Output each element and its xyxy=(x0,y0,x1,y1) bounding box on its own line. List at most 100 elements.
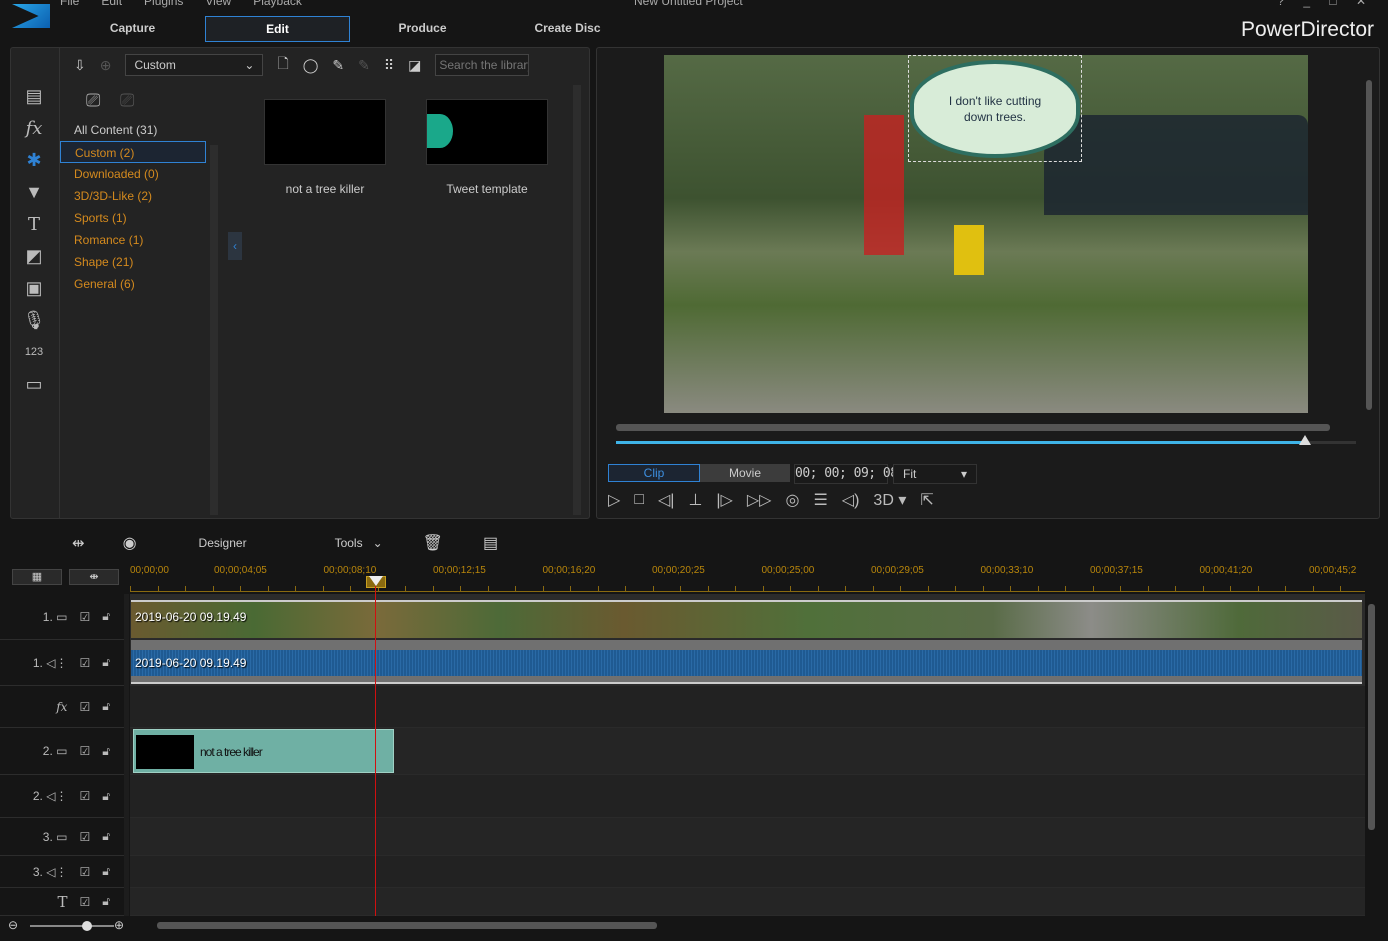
grid-view-icon[interactable]: ⠿ xyxy=(384,57,394,74)
playback-slider[interactable] xyxy=(616,435,1356,445)
track-enable-checkbox[interactable]: ☑ xyxy=(79,789,90,803)
zoom-slider[interactable] xyxy=(30,921,114,931)
timecode-display[interactable]: 00; 00; 09; 08 xyxy=(794,464,898,484)
movie-mode-button[interactable]: Movie xyxy=(700,464,790,482)
library-search[interactable] xyxy=(435,54,530,76)
zoom-dropdown[interactable]: Fit ▾ xyxy=(893,464,977,484)
library-scrollbar[interactable] xyxy=(573,85,581,515)
chapter-room-icon[interactable]: 123 xyxy=(12,336,56,368)
filter-dropdown[interactable]: Custom ⌄ xyxy=(125,54,264,76)
track-enable-checkbox[interactable]: ☑ xyxy=(79,656,90,670)
lock-icon[interactable]: 🔓︎ xyxy=(102,829,110,844)
lock-icon[interactable]: 🔓︎ xyxy=(102,699,110,714)
produce-range-icon[interactable]: ▤ xyxy=(483,533,498,553)
track-enable-checkbox[interactable]: ☑ xyxy=(79,865,90,879)
lock-icon[interactable]: 🔓︎ xyxy=(102,744,110,759)
fast-forward-icon[interactable]: ▷▷ xyxy=(747,490,772,510)
split-icon[interactable]: ⊥ xyxy=(688,490,702,510)
new-template-icon[interactable]: 🗋 xyxy=(277,53,288,77)
preview-vscroll[interactable] xyxy=(1366,80,1372,410)
subtitle-room-icon[interactable]: ▭ xyxy=(12,368,56,400)
download-icon[interactable]: ⊕ xyxy=(100,57,112,74)
library-item[interactable]: Tweet template xyxy=(426,99,548,196)
lock-icon[interactable]: 🔓︎ xyxy=(102,864,110,879)
slider-handle[interactable] xyxy=(1299,435,1311,445)
lock-icon[interactable]: 🔓︎ xyxy=(102,789,110,804)
undock-icon[interactable]: ⇱ xyxy=(920,490,933,510)
category-custom[interactable]: Custom (2) xyxy=(60,141,206,163)
next-frame-icon[interactable]: |▷ xyxy=(716,490,732,510)
previous-frame-icon[interactable]: ◁| xyxy=(658,490,674,510)
import-icon[interactable]: ⇩ xyxy=(74,57,86,74)
timeline-hscroll[interactable] xyxy=(157,922,657,929)
zoom-out-icon[interactable]: ⊖ xyxy=(8,918,18,932)
lock-icon[interactable]: 🔓︎ xyxy=(102,655,110,670)
playhead-handle[interactable] xyxy=(369,576,383,586)
modify-icon[interactable]: ✎ xyxy=(332,57,344,74)
title-clip[interactable]: not a tree killer xyxy=(133,729,394,773)
shape-designer-icon[interactable]: ◯ xyxy=(303,57,319,74)
timeline-ruler[interactable]: 00;00;00 00;00;04;05 00;00;08;10 00;00;12;1… xyxy=(130,565,1365,592)
menu-playback[interactable]: Playback xyxy=(253,0,302,8)
transition-room-icon[interactable]: ◩ xyxy=(12,240,56,272)
add-category-icon[interactable]: ⎚ xyxy=(86,90,100,111)
pip-room-icon[interactable]: ✱ xyxy=(12,144,56,176)
track-enable-checkbox[interactable]: ☑ xyxy=(79,830,90,844)
zoom-in-icon[interactable]: ⊕ xyxy=(114,918,124,932)
menu-file[interactable]: File xyxy=(60,0,79,8)
category-shape[interactable]: Shape (21) xyxy=(60,251,206,273)
category-downloaded[interactable]: Downloaded (0) xyxy=(60,163,206,185)
volume-icon[interactable]: ◁) xyxy=(842,490,860,510)
menu-view[interactable]: View xyxy=(205,0,231,8)
track-enable-checkbox[interactable]: ☑ xyxy=(79,895,90,909)
audio-mixing-icon[interactable]: ▣ xyxy=(12,272,56,304)
track-enable-checkbox[interactable]: ☑ xyxy=(79,744,90,758)
category-3d[interactable]: 3D/3D-Like (2) xyxy=(60,185,206,207)
tab-edit[interactable]: Edit xyxy=(205,16,350,42)
category-scrollbar[interactable] xyxy=(210,145,218,515)
selection-box[interactable] xyxy=(908,55,1082,162)
expand-icon[interactable]: ◪ xyxy=(408,57,421,74)
stop-icon[interactable]: □ xyxy=(634,491,644,509)
track-enable-checkbox[interactable]: ☑ xyxy=(79,700,90,714)
particle-room-icon[interactable]: ▼ xyxy=(12,176,56,208)
fit-timeline-icon[interactable]: ⇹ xyxy=(72,534,85,552)
delete-icon[interactable]: 🗑 xyxy=(423,533,443,553)
library-item[interactable]: not a tree killer xyxy=(264,99,386,196)
menu-edit[interactable]: Edit xyxy=(101,0,122,8)
audio-clip[interactable]: 2019-06-20 09.19.49 xyxy=(131,640,1362,684)
ruler-tick xyxy=(1065,586,1066,591)
snapshot-icon[interactable]: ◎ xyxy=(785,490,799,510)
collapse-panel-button[interactable]: ‹ xyxy=(228,232,242,260)
fx-room-icon[interactable]: fx xyxy=(12,112,56,144)
category-sports[interactable]: Sports (1) xyxy=(60,207,206,229)
tools-dropdown[interactable]: Tools ⌄ xyxy=(335,536,383,550)
menu-plugins[interactable]: Plugins xyxy=(144,0,183,8)
category-romance[interactable]: Romance (1) xyxy=(60,229,206,251)
lock-icon[interactable]: 🔓︎ xyxy=(102,894,110,909)
category-all[interactable]: All Content (31) xyxy=(60,119,206,141)
preview-hscroll[interactable] xyxy=(616,424,1330,431)
subtitle-icon[interactable]: ☰ xyxy=(813,490,827,510)
clip-mode-button[interactable]: Clip xyxy=(608,464,700,482)
ruler-label: 00;00;20;25 xyxy=(652,565,705,576)
video-clip[interactable]: 2019-06-20 09.19.49 xyxy=(131,600,1362,638)
3d-toggle[interactable]: 3D ▾ xyxy=(873,490,906,510)
play-icon[interactable]: ▷ xyxy=(608,490,620,510)
tab-capture[interactable]: Capture xyxy=(60,16,205,42)
tab-produce[interactable]: Produce xyxy=(350,16,495,42)
voiceover-icon[interactable]: 🎙 xyxy=(12,304,56,336)
track-manager-button[interactable]: ▦ xyxy=(12,569,62,585)
lock-icon[interactable]: 🔓︎ xyxy=(102,609,110,624)
zoom-slider-handle[interactable] xyxy=(82,921,92,931)
fit-project-button[interactable]: ⇼ xyxy=(69,569,119,585)
category-general[interactable]: General (6) xyxy=(60,273,206,295)
keyframe-icon[interactable]: ◉ xyxy=(123,533,137,553)
timeline-vscroll[interactable] xyxy=(1368,604,1375,830)
title-room-icon[interactable]: T xyxy=(12,208,56,240)
window-controls[interactable]: ? _ □ ✕ xyxy=(1277,0,1374,8)
designer-button[interactable]: Designer xyxy=(199,536,247,550)
tab-create-disc[interactable]: Create Disc xyxy=(495,16,640,42)
media-room-icon[interactable]: ▤ xyxy=(12,80,56,112)
track-enable-checkbox[interactable]: ☑ xyxy=(79,610,90,624)
